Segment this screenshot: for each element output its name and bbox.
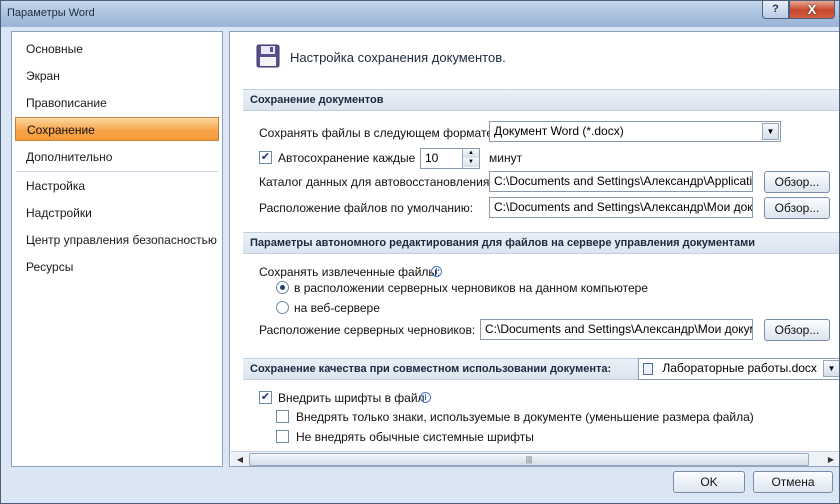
close-button[interactable]: X	[789, 1, 835, 19]
info-icon: i	[420, 392, 431, 403]
document-icon	[643, 362, 653, 375]
radio-web-server[interactable]	[276, 301, 289, 314]
nav-item-save[interactable]: Сохранение	[15, 117, 219, 141]
page-title: Настройка сохранения документов.	[290, 50, 506, 65]
nav-item-display[interactable]: Экран	[15, 64, 219, 88]
save-checked-out-label: Сохранять извлеченные файлы:	[259, 265, 441, 279]
autosave-spinner[interactable]: ▲ ▼	[462, 149, 479, 168]
embed-used-chars-checkbox[interactable]	[276, 410, 289, 423]
default-location-label: Расположение файлов по умолчанию:	[259, 201, 474, 215]
spin-up-icon[interactable]: ▲	[463, 149, 479, 158]
autorecover-label: Каталог данных для автовосстановления:	[259, 175, 493, 189]
drafts-browse-button[interactable]: Обзор...	[764, 319, 830, 341]
nav-item-trust-center[interactable]: Центр управления безопасностью	[15, 228, 219, 252]
autosave-label: Автосохранение каждые	[278, 151, 416, 165]
no-system-fonts-checkbox[interactable]	[276, 430, 289, 443]
help-button[interactable]: ?	[762, 1, 789, 19]
section-save-documents: Сохранение документов	[243, 89, 839, 111]
window-title: Параметры Word	[7, 7, 95, 19]
fidelity-section-title: Сохранение качества при совместном испол…	[250, 363, 612, 375]
nav-item-addins[interactable]: Надстройки	[15, 201, 219, 225]
embed-fonts-label: Внедрить шрифты в файл	[278, 391, 425, 405]
autosave-checkbox[interactable]: ✔	[259, 151, 272, 164]
ok-button[interactable]: OK	[673, 471, 745, 493]
section-offline-editing: Параметры автономного редактирования для…	[243, 232, 839, 254]
fidelity-document-dropdown[interactable]: Лабораторные работы.docx ▼	[638, 358, 839, 380]
default-location-browse-button[interactable]: Обзор...	[764, 197, 830, 219]
drafts-location-label: Расположение серверных черновиков:	[259, 323, 476, 337]
help-icon: ?	[772, 3, 779, 15]
radio-server-drafts[interactable]	[276, 281, 289, 294]
floppy-disk-icon	[256, 44, 280, 68]
title-bar[interactable]: Параметры Word ? X	[1, 1, 839, 27]
embed-used-chars-label: Внедрять только знаки, используемые в до…	[296, 410, 754, 424]
nav-item-main[interactable]: Основные	[15, 37, 219, 61]
format-dropdown[interactable]: Документ Word (*.docx) ▼	[489, 121, 781, 142]
format-value: Документ Word (*.docx)	[494, 124, 624, 138]
drafts-location-field[interactable]: C:\Documents and Settings\Александр\Мои …	[480, 319, 753, 340]
autorecover-browse-button[interactable]: Обзор...	[764, 171, 830, 193]
embed-fonts-checkbox[interactable]: ✔	[259, 391, 272, 404]
nav-item-resources[interactable]: Ресурсы	[15, 255, 219, 279]
autosave-unit: минут	[489, 151, 523, 165]
cancel-button[interactable]: Отмена	[753, 471, 833, 493]
scroll-right-icon[interactable]: ▶	[823, 453, 839, 466]
autorecover-path-field[interactable]: C:\Documents and Settings\Александр\Appl…	[489, 171, 753, 192]
nav-item-proofing[interactable]: Правописание	[15, 91, 219, 115]
scroll-left-icon[interactable]: ◀	[232, 453, 248, 466]
scrollbar-thumb[interactable]: |||	[249, 453, 809, 466]
horizontal-scrollbar[interactable]: ◀ ||| ▶	[231, 451, 839, 466]
nav-divider	[16, 171, 218, 172]
autosave-minutes-field[interactable]: 10 ▲ ▼	[420, 148, 480, 169]
content-pane: Настройка сохранения документов. Сохране…	[229, 31, 839, 467]
chevron-down-icon[interactable]: ▼	[823, 360, 839, 377]
spin-down-icon[interactable]: ▼	[463, 158, 479, 167]
fidelity-document-value: Лабораторные работы.docx	[662, 361, 817, 375]
nav-item-customize[interactable]: Настройка	[15, 174, 219, 198]
options-nav: Основные Экран Правописание Сохранение Д…	[11, 31, 223, 467]
nav-item-advanced[interactable]: Дополнительно	[15, 145, 219, 169]
default-location-field[interactable]: C:\Documents and Settings\Александр\Мои …	[489, 197, 753, 218]
options-window: Параметры Word ? X Основные Экран Правоп…	[0, 0, 840, 504]
radio-server-drafts-label: в расположении серверных черновиков на д…	[294, 281, 648, 295]
format-label: Сохранять файлы в следующем формате:	[259, 126, 497, 140]
close-icon: X	[807, 2, 817, 17]
radio-web-server-label: на веб-сервере	[294, 301, 380, 315]
chevron-down-icon[interactable]: ▼	[762, 123, 779, 140]
info-icon: i	[431, 266, 442, 277]
autosave-value: 10	[425, 151, 439, 165]
no-system-fonts-label: Не внедрять обычные системные шрифты	[296, 430, 534, 444]
